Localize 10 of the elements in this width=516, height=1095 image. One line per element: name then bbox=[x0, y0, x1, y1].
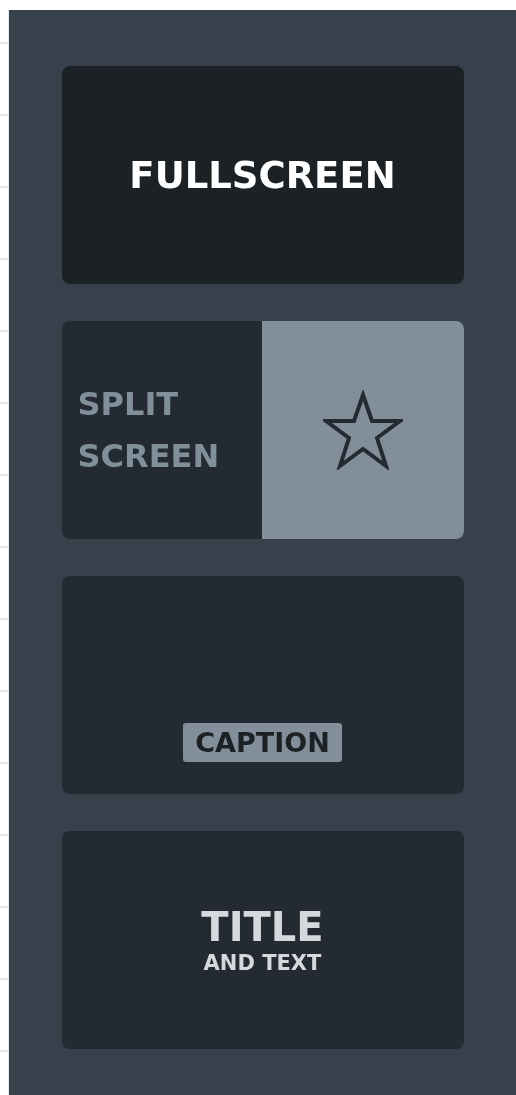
layout-card[interactable]: TITLE AND TEXT bbox=[61, 831, 464, 1049]
layout-label: SPLIT SCREEN bbox=[77, 384, 221, 477]
star-icon bbox=[322, 390, 403, 470]
layout-title: TITLE bbox=[201, 904, 324, 950]
layout-card[interactable]: CAPTION bbox=[61, 576, 464, 794]
layout-label: FULLSCREEN bbox=[129, 153, 396, 197]
layout-card[interactable]: FULLSCREEN bbox=[61, 66, 464, 284]
layout-subtitle: AND TEXT bbox=[203, 950, 322, 976]
layout-card[interactable]: SPLIT SCREEN bbox=[61, 321, 464, 539]
caption-label: CAPTION bbox=[183, 723, 342, 762]
